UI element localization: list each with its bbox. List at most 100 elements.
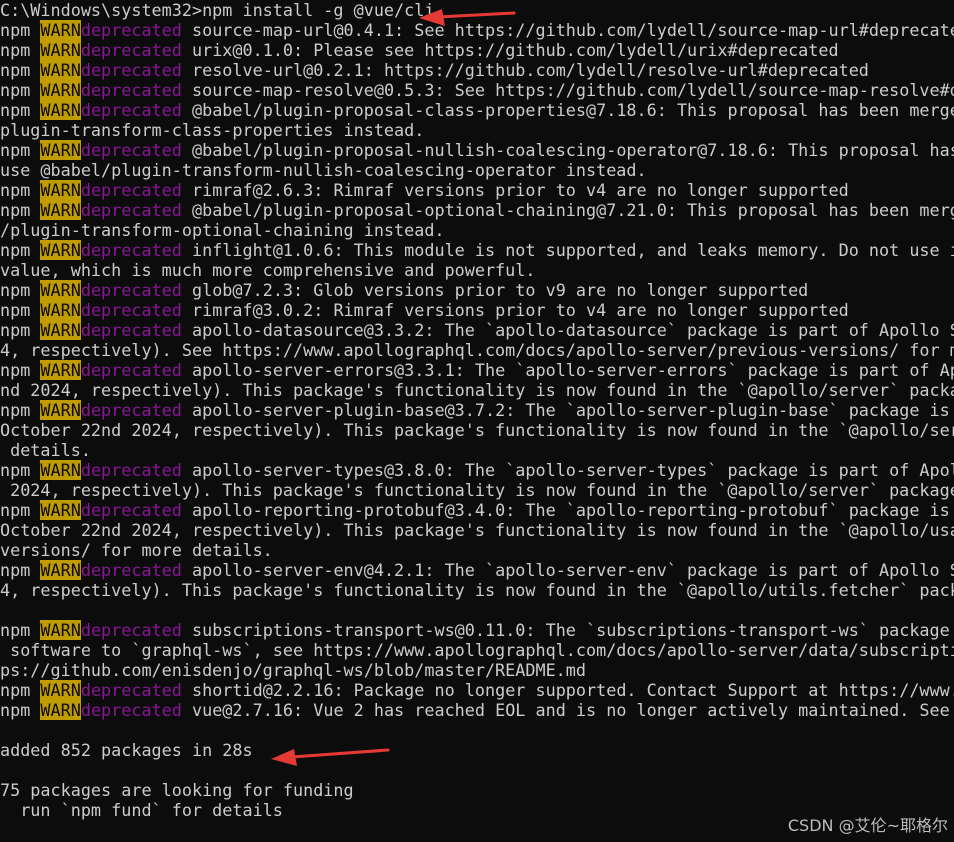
- deprecated-label: deprecated: [80, 320, 182, 340]
- line-text: apollo-server-errors@3.3.1: The `apollo-…: [181, 360, 954, 380]
- line-text: apollo-server-env@4.2.1: The `apollo-ser…: [181, 560, 954, 580]
- line-text: @babel/plugin-proposal-optional-chaining…: [181, 200, 954, 220]
- terminal-line: npm WARNdeprecated rimraf@2.6.3: Rimraf …: [0, 180, 954, 200]
- line-text: October 22nd 2024, respectively). This p…: [0, 520, 954, 540]
- line-text: apollo-server-plugin-base@3.7.2: The `ap…: [181, 400, 950, 420]
- npm-prefix: npm: [0, 20, 41, 40]
- deprecated-label: deprecated: [80, 700, 182, 720]
- line-text: apollo-datasource@3.3.2: The `apollo-dat…: [181, 320, 954, 340]
- warn-badge: WARN: [40, 320, 81, 340]
- line-text: 2024, respectively). This package's func…: [0, 480, 954, 500]
- deprecated-label: deprecated: [80, 460, 182, 480]
- warn-badge: WARN: [40, 240, 81, 260]
- terminal-line: npm WARNdeprecated rimraf@3.0.2: Rimraf …: [0, 300, 954, 320]
- warn-badge: WARN: [40, 560, 81, 580]
- warn-badge: WARN: [40, 360, 81, 380]
- warn-badge: WARN: [40, 680, 81, 700]
- warn-badge: WARN: [40, 200, 81, 220]
- terminal-line: plugin-transform-class-properties instea…: [0, 120, 954, 140]
- terminal-line: npm WARNdeprecated source-map-resolve@0.…: [0, 80, 954, 100]
- deprecated-label: deprecated: [80, 240, 182, 260]
- deprecated-label: deprecated: [80, 560, 182, 580]
- warn-badge: WARN: [40, 500, 81, 520]
- deprecated-label: deprecated: [80, 200, 182, 220]
- line-text: software to `graphql-ws`, see https://ww…: [0, 640, 954, 660]
- npm-prefix: npm: [0, 460, 41, 480]
- npm-prefix: npm: [0, 100, 41, 120]
- terminal-line: npm WARNdeprecated shortid@2.2.16: Packa…: [0, 680, 954, 700]
- terminal-line: software to `graphql-ws`, see https://ww…: [0, 640, 954, 660]
- npm-prefix: npm: [0, 500, 41, 520]
- warn-badge: WARN: [40, 100, 81, 120]
- line-text: rimraf@3.0.2: Rimraf versions prior to v…: [181, 300, 849, 320]
- line-text: apollo-server-types@3.8.0: The `apollo-s…: [181, 460, 954, 480]
- terminal-line: 4, respectively). This package's functio…: [0, 580, 954, 600]
- terminal-line: npm WARNdeprecated @babel/plugin-proposa…: [0, 200, 954, 220]
- line-text: rimraf@2.6.3: Rimraf versions prior to v…: [181, 180, 849, 200]
- warn-badge: WARN: [40, 280, 81, 300]
- terminal-line: npm WARNdeprecated inflight@1.0.6: This …: [0, 240, 954, 260]
- terminal-line: nd 2024, respectively). This package's f…: [0, 380, 954, 400]
- deprecated-label: deprecated: [80, 500, 182, 520]
- npm-prefix: npm: [0, 400, 41, 420]
- terminal-line: October 22nd 2024, respectively). This p…: [0, 520, 954, 540]
- terminal-window[interactable]: C:\Windows\system32>npm install -g @vue/…: [0, 0, 954, 842]
- deprecated-label: deprecated: [80, 300, 182, 320]
- npm-prefix: npm: [0, 240, 41, 260]
- warn-badge: WARN: [40, 20, 81, 40]
- deprecated-label: deprecated: [80, 40, 182, 60]
- line-text: value, which is much more comprehensive …: [0, 260, 536, 280]
- deprecated-label: deprecated: [80, 80, 182, 100]
- npm-prefix: npm: [0, 680, 41, 700]
- line-text: vue@2.7.16: Vue 2 has reached EOL and is…: [181, 700, 950, 720]
- terminal-line: npm WARNdeprecated subscriptions-transpo…: [0, 620, 954, 640]
- line-text: glob@7.2.3: Glob versions prior to v9 ar…: [181, 280, 809, 300]
- npm-prefix: npm: [0, 60, 41, 80]
- warn-badge: WARN: [40, 60, 81, 80]
- deprecated-label: deprecated: [80, 100, 182, 120]
- warn-badge: WARN: [40, 40, 81, 60]
- warn-badge: WARN: [40, 140, 81, 160]
- terminal-line: npm WARNdeprecated @babel/plugin-proposa…: [0, 140, 954, 160]
- line-text: October 22nd 2024, respectively). This p…: [0, 420, 954, 440]
- npm-prefix: npm: [0, 80, 41, 100]
- line-text: apollo-reporting-protobuf@3.4.0: The `ap…: [181, 500, 950, 520]
- line-text: versions/ for more details.: [0, 540, 273, 560]
- terminal-line: npm WARNdeprecated vue@2.7.16: Vue 2 has…: [0, 700, 954, 720]
- deprecated-label: deprecated: [80, 180, 182, 200]
- terminal-line: npm WARNdeprecated source-map-url@0.4.1:…: [0, 20, 954, 40]
- line-text: plugin-transform-class-properties instea…: [0, 120, 425, 140]
- terminal-line: C:\Windows\system32>npm install -g @vue/…: [0, 0, 954, 20]
- npm-prefix: npm: [0, 300, 41, 320]
- warn-badge: WARN: [40, 620, 81, 640]
- line-text: resolve-url@0.2.1: https://github.com/ly…: [181, 60, 869, 80]
- terminal-line: 4, respectively). See https://www.apollo…: [0, 340, 954, 360]
- deprecated-label: deprecated: [80, 20, 182, 40]
- npm-prefix: npm: [0, 280, 41, 300]
- line-text: ps://github.com/enisdenjo/graphql-ws/blo…: [0, 660, 586, 680]
- terminal-line: npm WARNdeprecated @babel/plugin-proposa…: [0, 100, 954, 120]
- csdn-watermark: CSDN @艾伦~耶格尔: [787, 816, 948, 835]
- warn-badge: WARN: [40, 300, 81, 320]
- npm-prefix: npm: [0, 560, 41, 580]
- line-text: added 852 packages in 28s: [0, 740, 253, 760]
- terminal-line: npm WARNdeprecated apollo-server-plugin-…: [0, 400, 954, 420]
- deprecated-label: deprecated: [80, 140, 182, 160]
- terminal-line: 75 packages are looking for funding: [0, 780, 954, 800]
- terminal-line: npm WARNdeprecated apollo-server-errors@…: [0, 360, 954, 380]
- terminal-line: npm WARNdeprecated glob@7.2.3: Glob vers…: [0, 280, 954, 300]
- line-text: 4, respectively). This package's functio…: [0, 580, 954, 600]
- npm-prefix: npm: [0, 180, 41, 200]
- line-text: run `npm fund` for details: [0, 800, 283, 820]
- line-text: C:\Windows\system32>npm install -g @vue/…: [0, 0, 435, 20]
- line-text: /plugin-transform-optional-chaining inst…: [0, 220, 445, 240]
- terminal-line: added 852 packages in 28s: [0, 740, 954, 760]
- deprecated-label: deprecated: [80, 280, 182, 300]
- line-text: source-map-url@0.4.1: See https://github…: [181, 20, 954, 40]
- terminal-output: C:\Windows\system32>npm install -g @vue/…: [0, 0, 954, 820]
- terminal-line: npm WARNdeprecated apollo-server-types@3…: [0, 460, 954, 480]
- line-text: 4, respectively). See https://www.apollo…: [0, 340, 954, 360]
